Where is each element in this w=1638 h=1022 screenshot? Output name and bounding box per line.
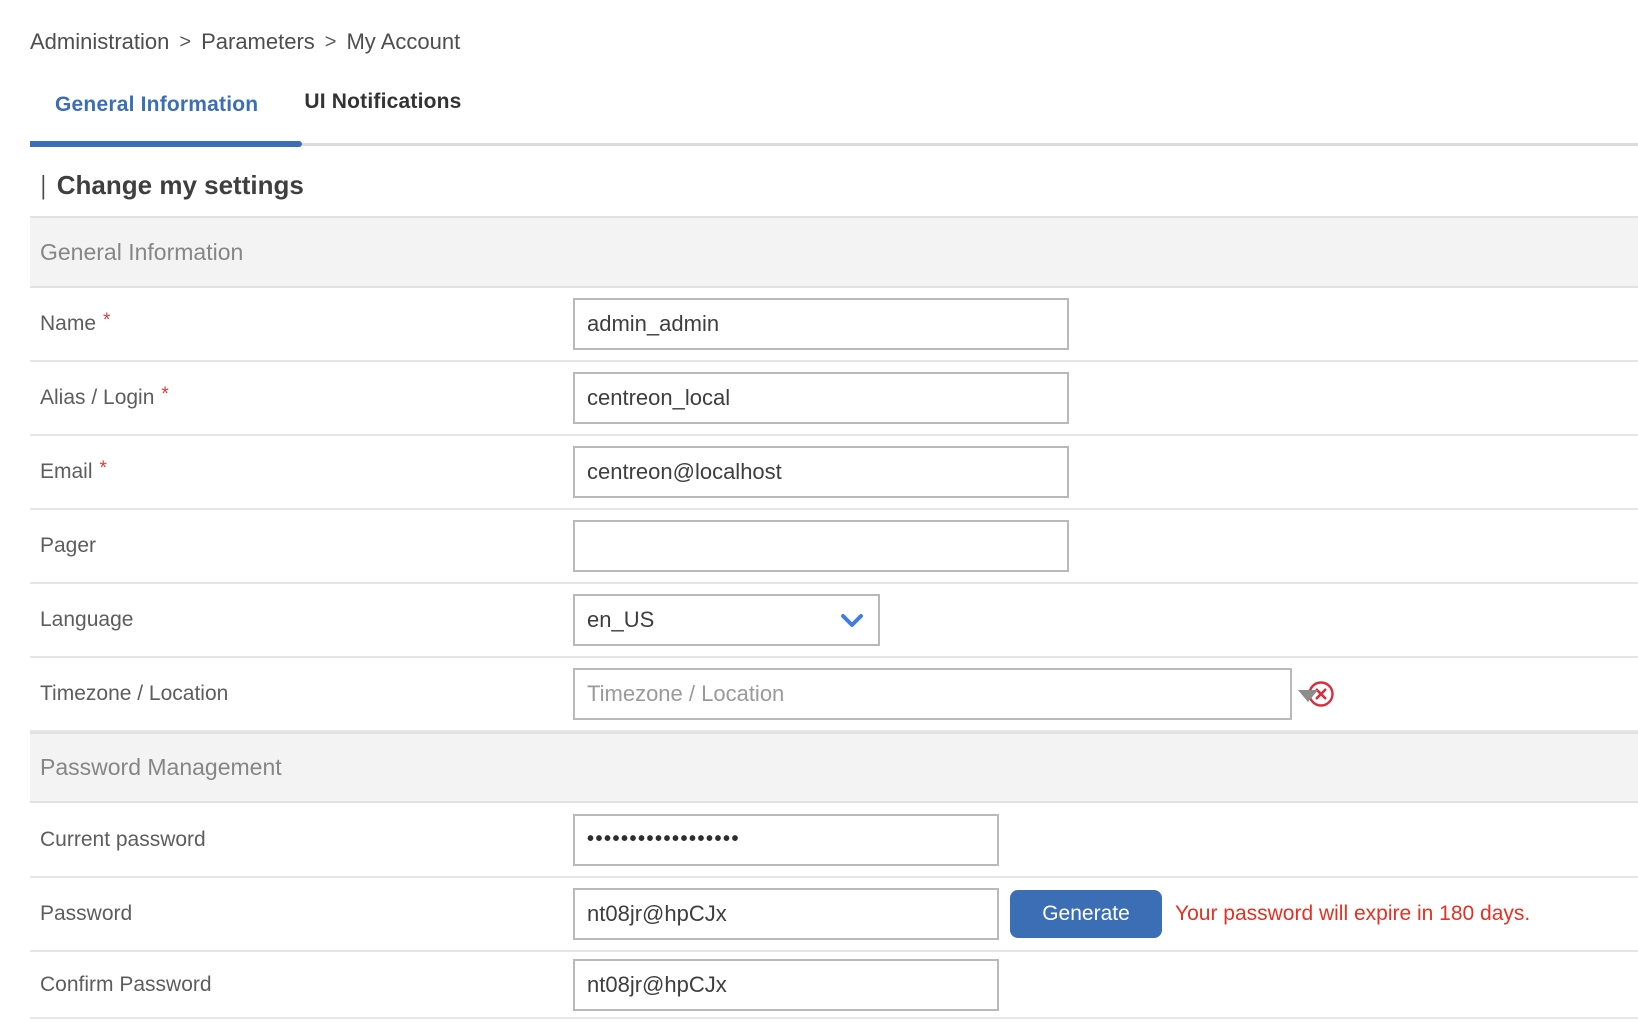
form-row-email: Email * (30, 436, 1638, 510)
pager-label: Pager (30, 534, 573, 558)
language-select[interactable]: en_US (573, 594, 880, 646)
timezone-label: Timezone / Location (30, 682, 573, 706)
tab-general-information[interactable]: General Information (55, 93, 258, 117)
required-marker: * (100, 458, 107, 480)
name-label: Name * (30, 312, 573, 336)
section-header-password-management: Password Management (30, 732, 1638, 803)
password-field[interactable] (573, 888, 999, 940)
password-label: Password (30, 902, 573, 926)
timezone-combobox (573, 668, 1336, 720)
form-row-current-password: Current password (30, 803, 1638, 878)
form-row-alias-login: Alias / Login * (30, 362, 1638, 436)
current-password-label: Current password (30, 828, 573, 852)
required-marker: * (161, 384, 168, 406)
name-field[interactable] (573, 298, 1069, 350)
form-row-timezone: Timezone / Location (30, 658, 1638, 732)
active-tab-underline (30, 141, 302, 147)
page-title-text: Change my settings (57, 170, 304, 201)
language-label: Language (30, 608, 573, 632)
confirm-password-field[interactable] (573, 959, 999, 1011)
required-marker: * (103, 310, 110, 332)
password-expiry-message: Your password will expire in 180 days. (1175, 902, 1530, 926)
tab-divider-line (302, 143, 1638, 146)
section-header-general-information: General Information (30, 216, 1638, 288)
generate-password-button[interactable]: Generate (1010, 890, 1162, 938)
email-label: Email * (30, 460, 573, 484)
confirm-password-label: Confirm Password (30, 973, 573, 997)
email-field[interactable] (573, 446, 1069, 498)
form-row-password: Password Generate Your password will exp… (30, 878, 1638, 952)
alias-login-field[interactable] (573, 372, 1069, 424)
form-row-language: Language en_US (30, 584, 1638, 658)
alias-login-label: Alias / Login * (30, 386, 573, 410)
form-row-confirm-password: Confirm Password (30, 952, 1638, 1019)
tab-ui-notifications[interactable]: UI Notifications (304, 90, 461, 114)
breadcrumb: Administration > Parameters > My Account (0, 0, 1638, 55)
title-bar-glyph: | (41, 170, 46, 201)
dropdown-arrow-icon[interactable] (1298, 690, 1318, 702)
breadcrumb-my-account[interactable]: My Account (346, 29, 460, 55)
pager-field[interactable] (573, 520, 1069, 572)
form-row-name: Name * (30, 288, 1638, 362)
language-selected-value: en_US (587, 607, 654, 633)
page-title: | Change my settings (40, 170, 1638, 201)
current-password-field[interactable] (573, 814, 999, 866)
tab-bar: General Information UI Notifications (0, 93, 1638, 150)
breadcrumb-separator: > (179, 31, 191, 54)
breadcrumb-parameters[interactable]: Parameters (201, 29, 315, 55)
breadcrumb-separator: > (325, 31, 337, 54)
form-row-pager: Pager (30, 510, 1638, 584)
chevron-down-icon (840, 613, 864, 628)
breadcrumb-administration[interactable]: Administration (30, 29, 169, 55)
timezone-field[interactable] (573, 668, 1292, 720)
